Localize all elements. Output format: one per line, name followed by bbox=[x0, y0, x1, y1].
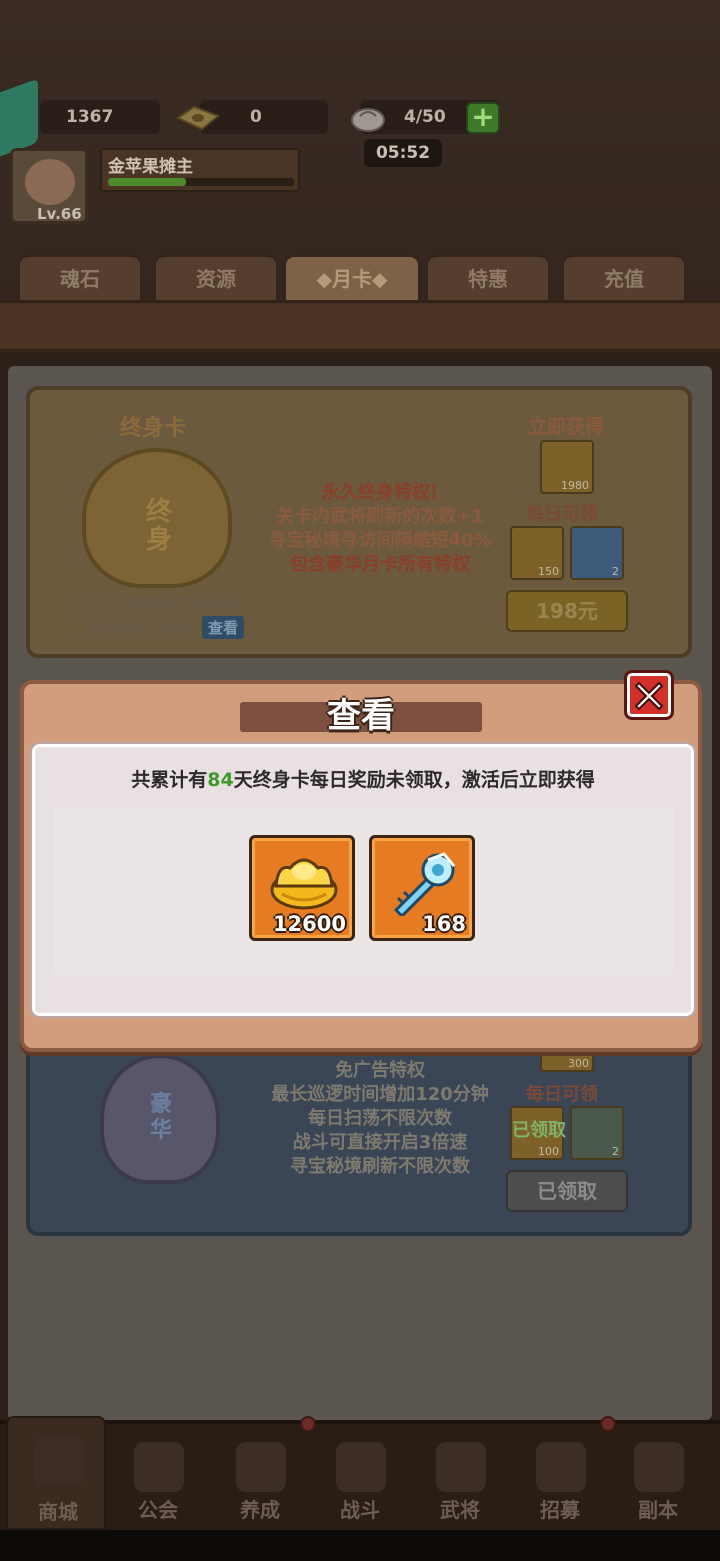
nav-item-shop[interactable]: 商城 bbox=[6, 1416, 106, 1530]
message-suffix: 天终身卡每日奖励未领取，激活后立即获得 bbox=[233, 769, 595, 791]
avatar-portrait bbox=[25, 159, 75, 205]
nav-label: 养成 bbox=[240, 1498, 280, 1522]
privilege-line: 包含豪华月卡所有特权 bbox=[290, 554, 470, 575]
notification-dot bbox=[300, 1416, 316, 1432]
stamina-amount: 4/50 bbox=[404, 107, 446, 127]
luxury-emblem-text: 豪华 bbox=[150, 1092, 173, 1143]
daily-reward-slot: 2 bbox=[570, 526, 624, 580]
view-history-button[interactable]: 查看 bbox=[202, 616, 245, 639]
close-icon bbox=[634, 681, 664, 711]
reward-count: 12600 bbox=[272, 912, 346, 936]
claimed-button: 已领取 bbox=[506, 1170, 628, 1212]
luxury-card: 豪华 免广告特权 最长巡逻时间增加120分钟 每日扫荡不限次数 战斗可直接开启3… bbox=[26, 1040, 692, 1236]
daily-label: 每日可领 bbox=[526, 1084, 598, 1105]
daily-reward-slot: 150 bbox=[510, 526, 564, 580]
nav-item-battle[interactable]: 战斗 bbox=[310, 1424, 410, 1530]
privilege-line: 寻宝秘境寻访间隔缩短40% bbox=[268, 530, 492, 551]
luxury-emblem-icon: 豪华 bbox=[100, 1054, 220, 1184]
bun-icon bbox=[351, 108, 385, 132]
reward-tray-inner bbox=[53, 807, 673, 975]
player-level: Lv.66 bbox=[37, 205, 82, 223]
reward-item-key[interactable]: 168 bbox=[369, 835, 475, 941]
tab-shelf bbox=[0, 300, 720, 352]
crystal-key-icon bbox=[393, 852, 456, 916]
cultivate-icon bbox=[236, 1442, 286, 1492]
daily-reward-slot: 2 bbox=[570, 1106, 624, 1160]
lifetime-card-title: 终身卡 bbox=[120, 416, 187, 441]
view-rewards-dialog: 查看 共累计有84天终身卡每日奖励未领取，激活后立即获得 12600 168 bbox=[20, 670, 702, 1052]
buy-lifetime-button[interactable]: 198元 bbox=[506, 590, 628, 632]
player-name: 金苹果摊主 bbox=[108, 157, 193, 177]
guild-icon bbox=[134, 1442, 184, 1492]
tab-soul-stone[interactable]: 魂石 bbox=[18, 255, 142, 303]
instant-reward-slot: 1980 bbox=[540, 440, 594, 494]
player-name-box: 金苹果摊主 bbox=[100, 148, 300, 192]
dialog-title: 查看 bbox=[327, 696, 395, 736]
get-now-label: 立即获得 bbox=[528, 416, 605, 438]
dungeon-icon bbox=[634, 1442, 684, 1492]
history-text: 可立即获得历史未领 bbox=[88, 597, 241, 617]
close-button[interactable] bbox=[624, 670, 674, 720]
nav-label: 公会 bbox=[138, 1498, 178, 1522]
privilege-line: 关卡内武将刷新的次数+1 bbox=[276, 506, 484, 527]
privilege-line: 战斗可直接开启3倍速 bbox=[292, 1132, 468, 1153]
ticket-amount: 0 bbox=[250, 107, 262, 127]
reward-count: 168 bbox=[422, 912, 466, 936]
reward-message: 共累计有84天终身卡每日奖励未领取，激活后立即获得 bbox=[35, 765, 691, 792]
stamina-timer: 05:52 bbox=[364, 139, 442, 167]
tab-monthly-card[interactable]: ◆月卡◆ bbox=[284, 255, 420, 303]
tab-resources[interactable]: 资源 bbox=[154, 255, 278, 303]
reward-count: 300 bbox=[568, 1057, 589, 1070]
nav-item-guild[interactable]: 公会 bbox=[108, 1424, 208, 1530]
dialog-content: 共累计有84天终身卡每日奖励未领取，激活后立即获得 12600 168 bbox=[32, 744, 694, 1016]
add-stamina-button[interactable]: + bbox=[466, 102, 500, 134]
player-avatar[interactable]: Lv.66 bbox=[10, 148, 88, 224]
recruit-icon bbox=[536, 1442, 586, 1492]
nav-label: 招募 bbox=[540, 1498, 580, 1522]
history-text: 取的每日奖励 bbox=[88, 621, 190, 641]
nav-label: 战斗 bbox=[340, 1498, 380, 1522]
instant-reward-slot: 300 bbox=[540, 1052, 594, 1072]
privilege-line: 最长巡逻时间增加120分钟 bbox=[271, 1084, 489, 1105]
nav-label: 武将 bbox=[440, 1498, 480, 1522]
privilege-line: 寻宝秘境刷新不限次数 bbox=[290, 1156, 470, 1177]
nav-item-general[interactable]: 武将 bbox=[410, 1424, 510, 1530]
nav-item-cultivate[interactable]: 养成 bbox=[210, 1424, 310, 1530]
lifetime-card: 终身卡 终身 永久终身特权! 关卡内武将刷新的次数+1 寻宝秘境寻访间隔缩短40… bbox=[26, 386, 692, 658]
soul-stone-counter: 1367 bbox=[40, 100, 160, 134]
bottom-nav: 商城 公会 养成 战斗 武将 招募 副本 bbox=[0, 1416, 720, 1530]
reward-count: 2 bbox=[612, 1145, 619, 1158]
exp-fill bbox=[108, 178, 187, 186]
tab-special-offer[interactable]: 特惠 bbox=[426, 255, 550, 303]
general-icon bbox=[436, 1442, 486, 1492]
nav-item-recruit[interactable]: 招募 bbox=[510, 1424, 610, 1530]
exp-bar bbox=[108, 178, 294, 186]
privilege-line: 永久终身特权! bbox=[321, 482, 439, 503]
privilege-line: 免广告特权 bbox=[335, 1060, 425, 1081]
reward-count: 1980 bbox=[561, 479, 589, 492]
system-bar bbox=[0, 1530, 720, 1561]
nav-label: 商城 bbox=[38, 1500, 78, 1524]
daily-label: 每日可领 bbox=[526, 504, 598, 525]
message-prefix: 共累计有 bbox=[131, 769, 208, 791]
shop-icon bbox=[34, 1436, 84, 1486]
reward-count: 100 bbox=[538, 1145, 559, 1158]
soul-stone-amount: 1367 bbox=[66, 107, 114, 127]
notification-dot bbox=[600, 1416, 616, 1432]
tab-recharge[interactable]: 充值 bbox=[562, 255, 686, 303]
nav-label: 副本 bbox=[638, 1498, 678, 1522]
claimed-overlay: 已领取 bbox=[512, 1120, 566, 1141]
privilege-line: 每日扫荡不限次数 bbox=[308, 1108, 452, 1129]
reward-count: 2 bbox=[612, 565, 619, 578]
lifetime-emblem-text: 终身 bbox=[146, 497, 173, 555]
reward-tray: 12600 168 bbox=[53, 807, 673, 975]
reward-item-gold[interactable]: 12600 bbox=[249, 835, 355, 941]
gold-ingot-icon bbox=[270, 858, 338, 910]
battle-icon bbox=[336, 1442, 386, 1492]
nav-item-dungeon[interactable]: 副本 bbox=[608, 1424, 708, 1530]
lifetime-emblem-icon: 终身 bbox=[82, 448, 232, 588]
reward-count: 150 bbox=[538, 565, 559, 578]
days-count: 84 bbox=[207, 769, 234, 791]
ticket-icon bbox=[175, 105, 220, 131]
